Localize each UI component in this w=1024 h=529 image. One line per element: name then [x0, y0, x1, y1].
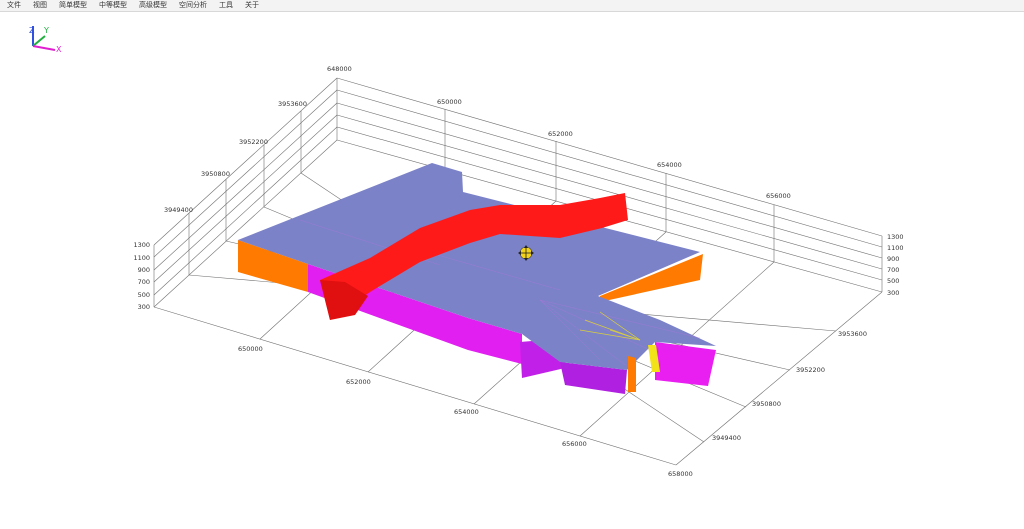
left-y-tick-label: 3952200 — [239, 138, 268, 146]
menu-item-3[interactable]: 中等模型 — [93, 0, 133, 11]
triad-x-label: X — [56, 45, 62, 54]
triad-z-label: Z — [29, 26, 35, 35]
menu-item-0[interactable]: 文件 — [0, 0, 27, 11]
left-y-tick-label: 3950800 — [201, 170, 230, 178]
right-y-tick-label: 3950800 — [752, 400, 781, 408]
menu-item-2[interactable]: 简单模型 — [53, 0, 93, 11]
front-x-tick-label: 656000 — [562, 440, 587, 448]
left-y-tick-label: 3953600 — [278, 100, 307, 108]
right-z-tick-label: 1100 — [887, 244, 904, 252]
menu-item-4[interactable]: 高级模型 — [133, 0, 173, 11]
front-x-tick-label: 652000 — [346, 378, 371, 386]
left-z-tick-label: 1100 — [133, 254, 150, 262]
menu-item-1[interactable]: 视图 — [27, 0, 53, 11]
axis-triad: Z Y X — [29, 26, 62, 54]
front-x-tick-label: 650000 — [238, 345, 263, 353]
back-x-tick-label: 648000 — [327, 65, 352, 73]
front-x-tick-label: 654000 — [454, 408, 479, 416]
left-z-tick-label: 1300 — [133, 241, 150, 249]
right-z-tick-label: 500 — [887, 277, 899, 285]
right-z-tick-label: 300 — [887, 289, 899, 297]
menu-item-7[interactable]: 关于 — [239, 0, 265, 11]
right-z-tick-label: 1300 — [887, 233, 904, 241]
geological-model[interactable] — [238, 163, 716, 394]
left-z-tick-label: 300 — [138, 303, 150, 311]
right-z-tick-label: 900 — [887, 255, 899, 263]
menu-item-6[interactable]: 工具 — [213, 0, 239, 11]
right-y-tick-label: 3953600 — [838, 330, 867, 338]
back-x-tick-label: 656000 — [766, 192, 791, 200]
left-z-tick-label: 500 — [138, 291, 150, 299]
orange-slab — [628, 356, 636, 392]
menu-item-5[interactable]: 空间分析 — [173, 0, 213, 11]
right-y-tick-label: 3952200 — [796, 366, 825, 374]
model-side-magenta-tail — [655, 342, 716, 386]
3d-viewport[interactable]: 648000 650000 652000 654000 656000 3953600 395… — [0, 12, 1024, 529]
back-x-tick-label: 654000 — [657, 161, 682, 169]
menu-bar: 文件 视图 简单模型 中等模型 高级模型 空间分析 工具 关于 — [0, 0, 1024, 12]
triad-y-label: Y — [43, 26, 49, 35]
back-x-tick-label: 650000 — [437, 98, 462, 106]
left-y-tick-label: 3949400 — [164, 206, 193, 214]
right-z-tick-label: 700 — [887, 266, 899, 274]
right-y-tick-label: 3949400 — [712, 434, 741, 442]
back-x-tick-label: 652000 — [548, 130, 573, 138]
left-z-tick-label: 700 — [138, 278, 150, 286]
left-z-tick-label: 900 — [138, 266, 150, 274]
front-x-tick-label: 658000 — [668, 470, 693, 478]
